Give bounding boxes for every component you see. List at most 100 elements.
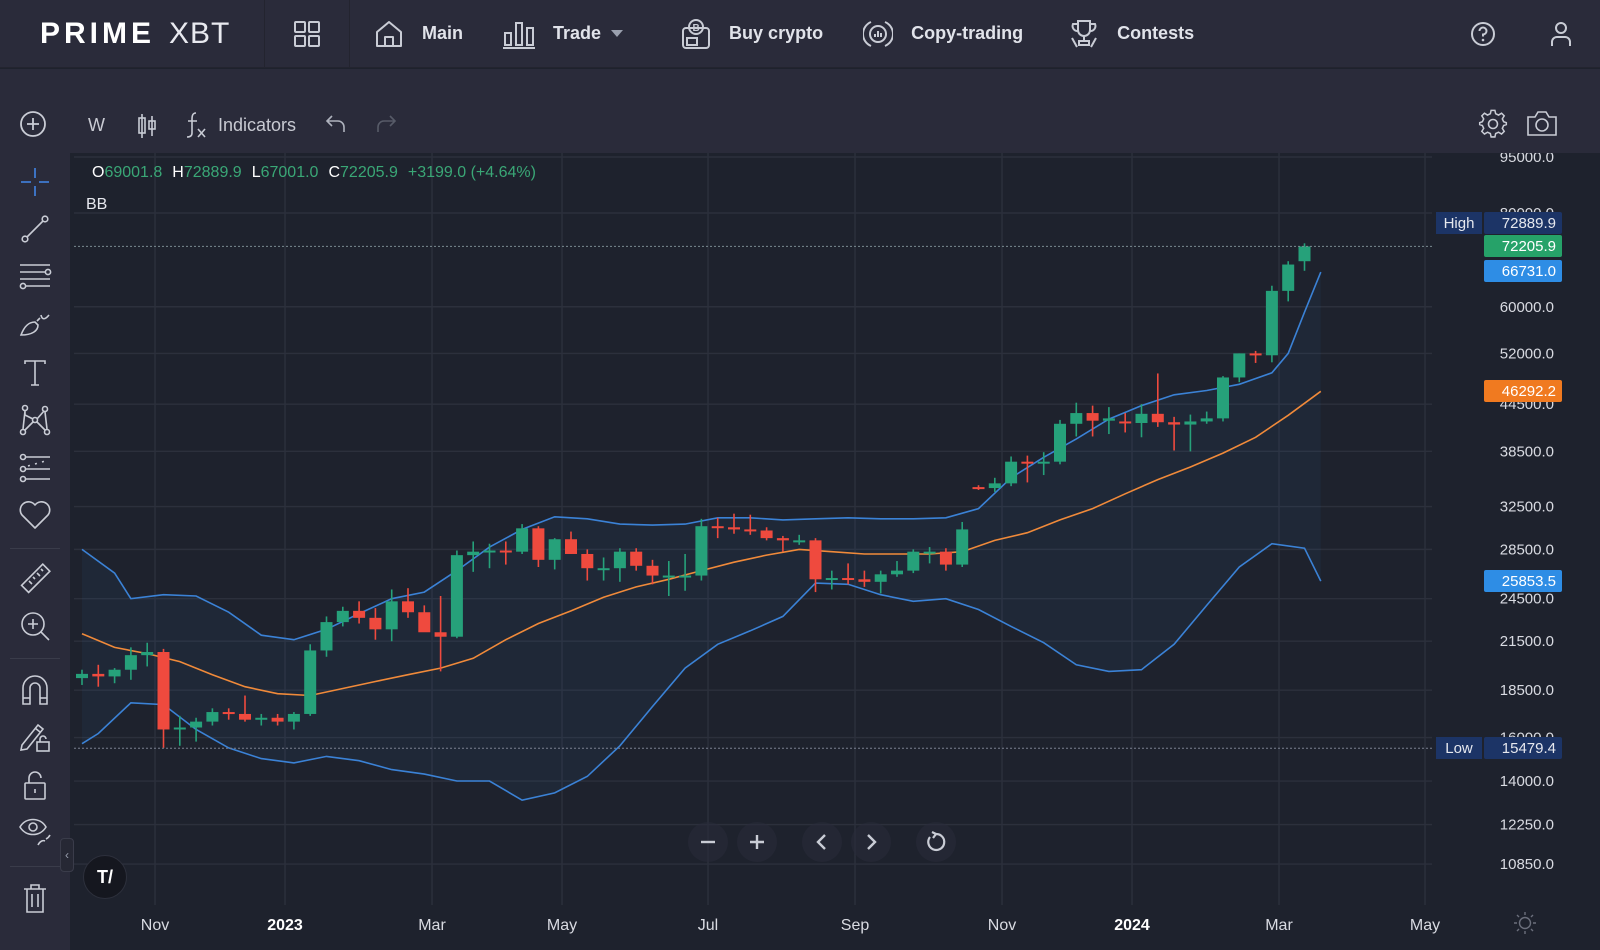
- tool-favorites[interactable]: [17, 497, 53, 533]
- y-tick-label: 12250.0: [1500, 817, 1554, 834]
- candle-body: [581, 553, 594, 569]
- tool-text[interactable]: [17, 355, 53, 391]
- candle-body: [418, 612, 431, 633]
- collapse-sidebar-button[interactable]: ‹: [60, 838, 74, 872]
- candle-body: [939, 551, 952, 565]
- tool-lock[interactable]: [17, 767, 53, 803]
- candle-body: [141, 652, 154, 656]
- candle-body: [679, 575, 692, 578]
- tool-brush[interactable]: [17, 307, 53, 343]
- add-symbol-button[interactable]: [18, 109, 48, 144]
- last-price-tag: 72205.9: [1484, 235, 1562, 257]
- candle-body: [874, 574, 887, 582]
- tool-magnet[interactable]: [17, 672, 53, 708]
- nav-contests[interactable]: Contests: [1069, 0, 1194, 68]
- nav-trade[interactable]: Trade: [503, 0, 624, 68]
- candle-body: [190, 721, 203, 728]
- tradingview-icon: T/: [97, 866, 113, 887]
- user-icon: [1551, 22, 1571, 46]
- candle-body: [499, 550, 512, 553]
- candle-body: [1282, 264, 1295, 291]
- candle-body: [304, 650, 317, 714]
- candle-type-icon: [138, 114, 156, 138]
- candle-body: [450, 555, 463, 637]
- zoom-in-icon: [21, 612, 50, 641]
- tool-crosshair[interactable]: [17, 164, 53, 200]
- logo[interactable]: PRIME XBT: [0, 0, 265, 68]
- sidebar-divider: [10, 548, 60, 549]
- candle-body: [239, 713, 251, 720]
- candle-body: [646, 565, 659, 576]
- candle-body: [1054, 423, 1066, 462]
- reset-chart-button[interactable]: [916, 822, 956, 862]
- nav-buy-crypto[interactable]: B Buy crypto: [681, 0, 823, 68]
- low-price-tag-value: 15479.4: [1502, 740, 1556, 757]
- candle-body: [1119, 421, 1132, 424]
- tool-lock-drawings[interactable]: [17, 719, 53, 755]
- ohlc-legend: O69001.8 H72889.9 L67001.0 C72205.9 +319…: [92, 164, 540, 182]
- text-icon: [24, 360, 46, 386]
- redo-button[interactable]: [374, 113, 398, 135]
- top-navbar: PRIME XBT Main Trade B Buy crypto Copy-t…: [0, 0, 1600, 68]
- scroll-left-button[interactable]: [802, 822, 842, 862]
- y-tick-label: 21500.0: [1500, 633, 1554, 650]
- interval-button[interactable]: W: [88, 115, 105, 136]
- x-tick-label: May: [1410, 917, 1440, 934]
- tool-delete[interactable]: [17, 880, 53, 916]
- undo-button[interactable]: [324, 113, 348, 135]
- screenshot-button[interactable]: [1526, 109, 1558, 142]
- nav-contests-label: Contests: [1117, 23, 1195, 43]
- candle-body: [1200, 418, 1213, 422]
- chart-settings-button[interactable]: [1478, 109, 1508, 144]
- chart-type-button[interactable]: [136, 113, 158, 139]
- tool-prediction[interactable]: [17, 450, 53, 486]
- time-axis[interactable]: [74, 905, 1600, 950]
- nav-main[interactable]: Main: [374, 0, 463, 68]
- tool-zoom[interactable]: [17, 608, 53, 644]
- candle-body: [532, 528, 545, 560]
- user-button[interactable]: [1522, 21, 1600, 47]
- y-tick-label: 52000.0: [1500, 345, 1554, 362]
- candle-body: [972, 487, 985, 490]
- candle-body: [1249, 353, 1262, 356]
- bb-basis-tag: 46292.2: [1484, 380, 1562, 402]
- bb-upper-tag: 66731.0: [1484, 260, 1562, 282]
- candle-body: [728, 527, 740, 530]
- add-icon: [20, 111, 46, 137]
- candle-body: [776, 538, 789, 541]
- candle-body: [548, 539, 561, 560]
- indicators-button[interactable]: Indicators: [184, 111, 296, 139]
- candle-body: [255, 717, 268, 720]
- interval-label: W: [88, 115, 105, 135]
- scroll-right-button[interactable]: [851, 822, 891, 862]
- apps-grid-button[interactable]: [265, 0, 350, 68]
- candle-body: [222, 712, 235, 715]
- candle: [1054, 419, 1066, 465]
- tool-pattern[interactable]: [17, 402, 53, 438]
- nav-copy-trading-label: Copy-trading: [911, 23, 1024, 43]
- candle-body: [1151, 413, 1164, 423]
- candle-body: [1298, 246, 1311, 262]
- reset-icon: [927, 831, 946, 852]
- candle-body: [271, 717, 284, 722]
- candle-body: [809, 540, 822, 580]
- tool-visibility[interactable]: [17, 814, 53, 850]
- scroll-right-icon: [867, 834, 877, 850]
- candle-body: [1135, 413, 1148, 424]
- nav-copy-trading[interactable]: Copy-trading: [863, 0, 1023, 68]
- help-button[interactable]: [1444, 21, 1522, 47]
- zoom-in-button[interactable]: [737, 822, 777, 862]
- tool-trend-line[interactable]: [17, 211, 53, 247]
- tool-fib-retracement[interactable]: [17, 259, 53, 295]
- zoom-out-button[interactable]: [688, 822, 728, 862]
- candle-body: [988, 483, 1001, 489]
- candle-body: [711, 526, 724, 529]
- y-tick-label: 10850.0: [1500, 856, 1554, 873]
- indicator-label-bb[interactable]: BB: [86, 196, 107, 214]
- x-tick-label: Mar: [418, 917, 446, 934]
- candle: [695, 518, 708, 581]
- high-price-tag-value: 72889.9: [1502, 215, 1556, 232]
- candle-body: [662, 575, 675, 578]
- tool-ruler[interactable]: [17, 561, 53, 597]
- tradingview-logo[interactable]: T/: [83, 855, 127, 899]
